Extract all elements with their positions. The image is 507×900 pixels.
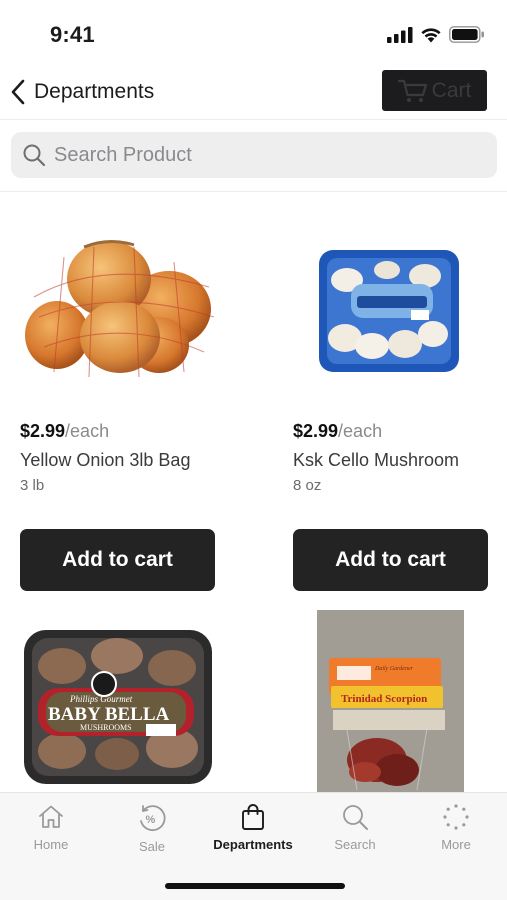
svg-text:%: % bbox=[146, 814, 156, 826]
product-name[interactable]: Ksk Cello Mushroom bbox=[293, 450, 459, 471]
onion-image bbox=[25, 240, 215, 378]
back-label: Departments bbox=[34, 80, 155, 103]
add-to-cart-button[interactable]: Add to cart bbox=[20, 529, 215, 591]
chevron-left-icon bbox=[11, 79, 25, 105]
label-subtitle: MUSHROOMS bbox=[80, 723, 132, 732]
tab-label: Search bbox=[334, 837, 376, 852]
price: $2.99 bbox=[293, 421, 339, 441]
label-brand: Phillips Gourmet bbox=[69, 694, 133, 704]
status-bar: 9:41 bbox=[0, 0, 507, 66]
status-icons bbox=[387, 26, 485, 43]
tab-label: More bbox=[441, 837, 471, 852]
bag-icon bbox=[242, 804, 264, 830]
product-grid: $2.99/each Yellow Onion 3lb Bag 3 lb Add… bbox=[0, 192, 507, 792]
price-unit: /each bbox=[338, 421, 383, 441]
back-button[interactable]: Departments bbox=[10, 74, 154, 110]
tab-label: Sale bbox=[138, 839, 166, 854]
price: $2.99 bbox=[20, 421, 66, 441]
signal-icon bbox=[387, 26, 413, 43]
price-line: $2.99/each bbox=[20, 421, 109, 442]
status-time: 9:41 bbox=[50, 22, 95, 47]
tab-sale[interactable]: % Sale bbox=[112, 803, 192, 854]
add-to-cart-button[interactable]: Add to cart bbox=[293, 529, 488, 591]
sale-icon: % bbox=[140, 805, 166, 831]
cart-label: Cart bbox=[431, 78, 472, 102]
battery-icon bbox=[449, 26, 484, 43]
product-name[interactable]: Yellow Onion 3lb Bag bbox=[20, 450, 190, 471]
price-unit: /each bbox=[65, 421, 110, 441]
header: Departments Cart bbox=[0, 66, 507, 120]
label-brand: Daily Gardener bbox=[374, 666, 414, 672]
product-size: 8 oz bbox=[293, 477, 322, 494]
search-bar bbox=[0, 120, 507, 192]
search-icon bbox=[343, 805, 368, 830]
product-size: 3 lb bbox=[20, 477, 45, 494]
label-title: Trinidad Scorpion bbox=[341, 693, 427, 705]
tab-more[interactable]: More bbox=[416, 803, 496, 852]
mushroom-image bbox=[319, 250, 459, 372]
tab-search[interactable]: Search bbox=[315, 803, 395, 852]
wifi-icon bbox=[421, 27, 441, 42]
tab-departments[interactable]: Departments bbox=[213, 803, 293, 852]
search-icon bbox=[23, 144, 46, 167]
trinidad-scorpion-image: Daily Gardener Trinidad Scorpion bbox=[317, 610, 464, 792]
tab-label: Departments bbox=[213, 837, 293, 852]
baby-bella-image: Phillips Gourmet BABY BELLA MUSHROOMS bbox=[24, 630, 212, 784]
tab-label: Home bbox=[33, 837, 69, 852]
tab-home[interactable]: Home bbox=[11, 803, 91, 852]
more-icon bbox=[443, 804, 469, 830]
label-title: BABY BELLA bbox=[48, 704, 170, 725]
home-icon bbox=[39, 805, 63, 828]
price-line: $2.99/each bbox=[293, 421, 382, 442]
search-box[interactable] bbox=[11, 132, 497, 178]
cart-icon bbox=[397, 79, 427, 102]
cart-button[interactable]: Cart bbox=[382, 70, 487, 111]
home-indicator bbox=[165, 883, 345, 889]
search-input[interactable] bbox=[54, 143, 474, 167]
